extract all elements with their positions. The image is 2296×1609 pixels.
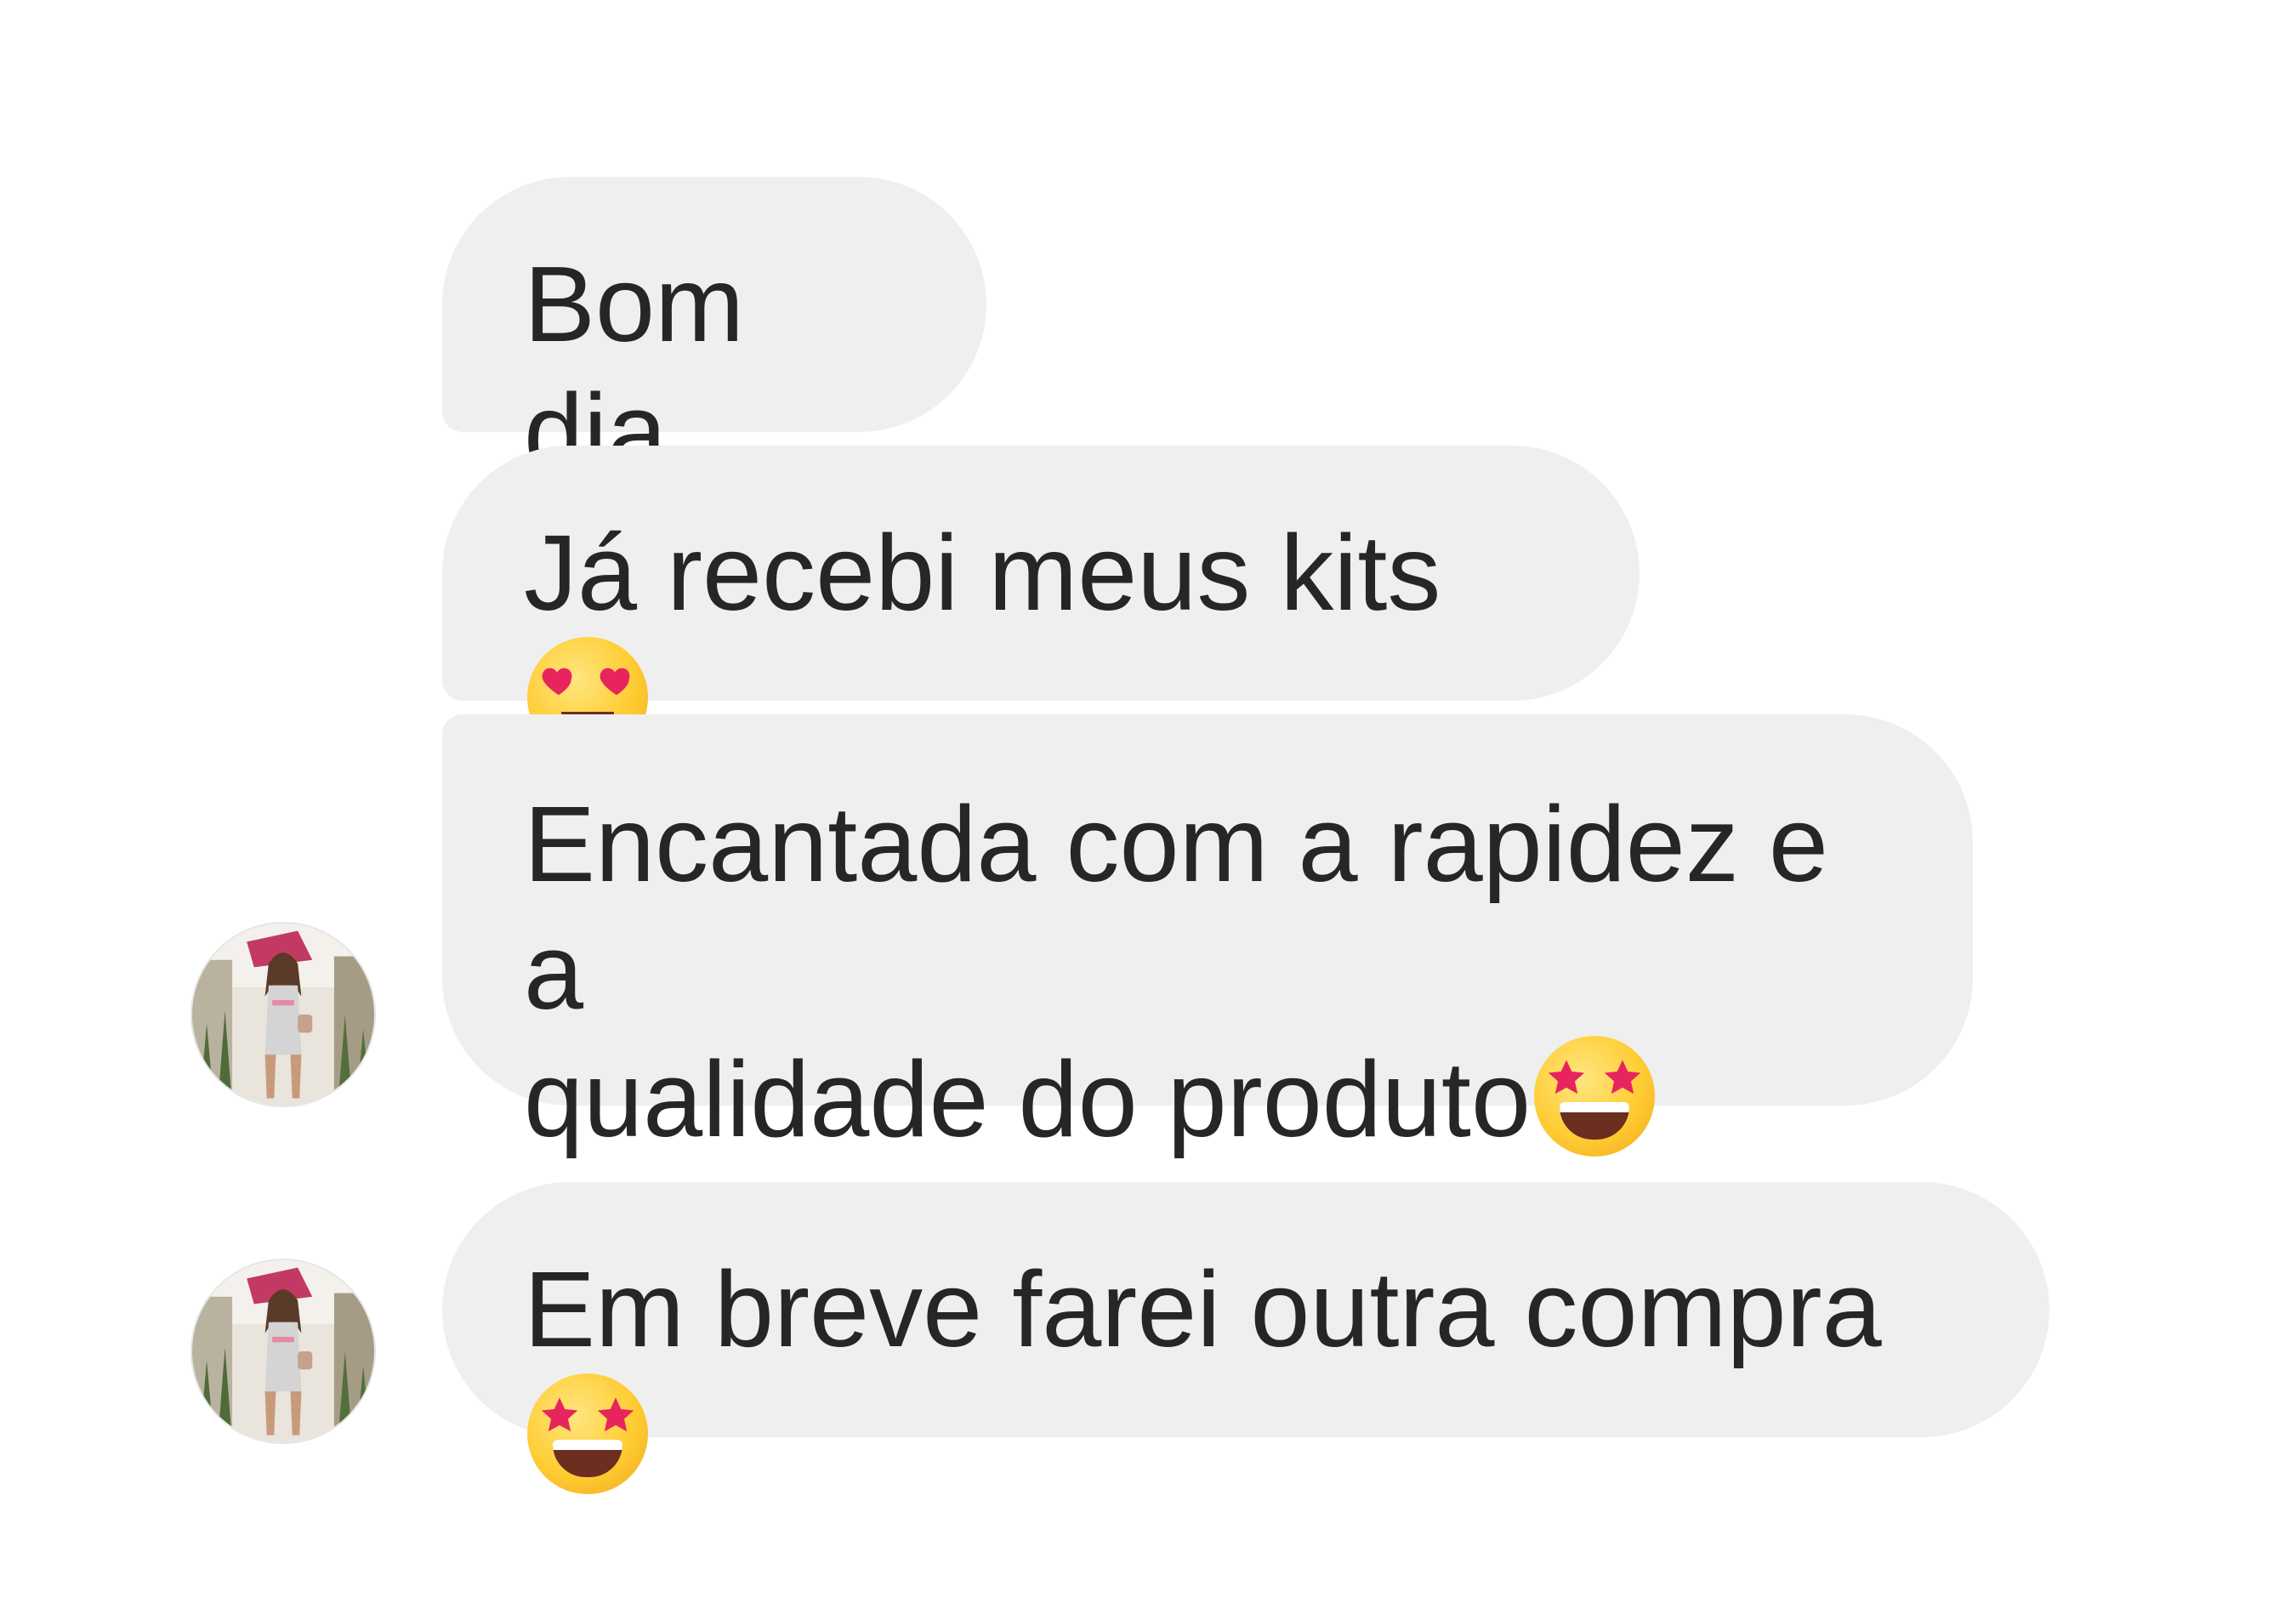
- message-bubble[interactable]: Já recebi meus kits: [442, 446, 1640, 758]
- heart-icon: [600, 668, 630, 696]
- avatar[interactable]: [190, 922, 376, 1107]
- avatar[interactable]: [190, 1259, 376, 1444]
- message-bubble[interactable]: Encantada com a rapidez e a qualidade do…: [442, 714, 1973, 1159]
- mouth-shape: [553, 1440, 622, 1477]
- profile-photo-icon: [192, 924, 374, 1106]
- message-bubble[interactable]: Em breve farei outra compra: [442, 1182, 2049, 1494]
- message-text: Já recebi meus kits: [524, 513, 1441, 633]
- profile-photo-icon: [192, 1260, 374, 1442]
- star-icon: [541, 1397, 578, 1432]
- star-struck-emoji-icon: [1534, 1036, 1656, 1157]
- star-icon: [597, 1397, 634, 1432]
- heart-icon: [542, 668, 572, 696]
- mouth-shape: [1560, 1102, 1630, 1140]
- star-struck-emoji-icon: [527, 1373, 648, 1494]
- message-text: Em breve farei outra compra: [524, 1249, 1882, 1369]
- message-bubble[interactable]: Bom dia: [442, 177, 986, 492]
- star-icon: [1548, 1060, 1585, 1094]
- star-icon: [1604, 1060, 1641, 1094]
